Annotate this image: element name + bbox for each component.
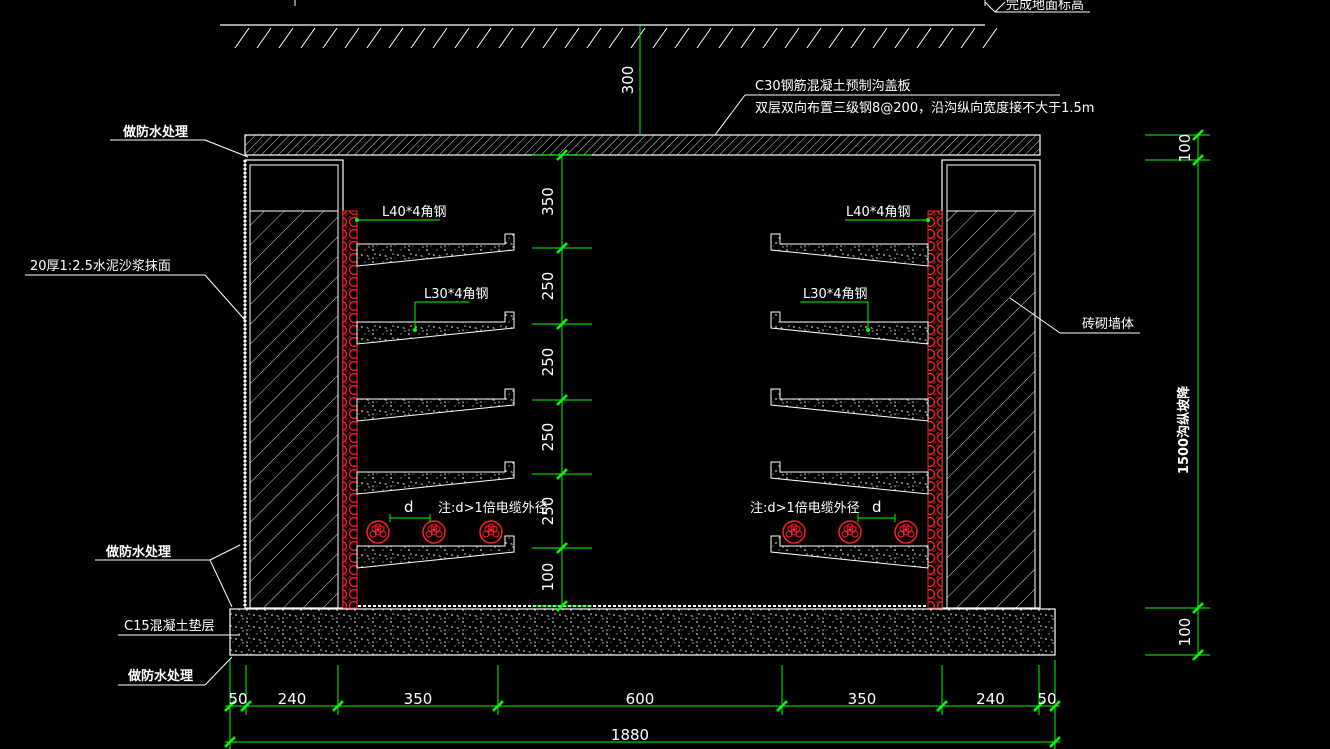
- vertical-dim-label: 100: [539, 563, 557, 592]
- cover-slab-rebar: 双层双向布置三级钢8@200，沿沟纵向宽度接不大于1.5m: [755, 100, 1094, 116]
- angle-label-left-top: L40*4角钢: [382, 205, 447, 220]
- cover-depth-value: 300: [619, 66, 637, 95]
- vertical-dim-label: 250: [539, 423, 557, 452]
- bottom-dimensions: 1880 50 240 350 600 350 240 50: [224, 660, 1061, 749]
- right-dimensions: 100 1500沟纵坡降 100: [1145, 129, 1210, 661]
- masonry-label: 砖砌墙体: [1082, 317, 1134, 332]
- ground-surface: [220, 0, 998, 49]
- vertical-dimensions: 350250250250250100: [532, 149, 592, 612]
- bracket-right: [770, 311, 929, 345]
- bottom-dim-label: 50: [228, 690, 247, 708]
- bottom-dim-label: 350: [848, 690, 877, 708]
- bracket-left: [356, 311, 515, 345]
- concrete-cushion: [229, 608, 1056, 656]
- bracket-right: [770, 461, 929, 495]
- callout-waterproof-bottom: 做防水处理: [118, 656, 233, 686]
- finished-grade-marker: 完成地面标高: [984, 0, 1090, 13]
- bracket-left: [356, 461, 515, 495]
- cable-cross-section: [479, 520, 503, 544]
- trench-section-drawing: 完成地面标高 C30钢筋混凝土预制沟盖板 双层双向布置三级钢8@200，沿沟纵向…: [25, 0, 1210, 749]
- cable-brackets: [356, 233, 929, 569]
- callout-cushion: C15混凝土垫层: [118, 618, 240, 636]
- left-rack-post: [342, 210, 358, 609]
- cable-note-right: 注:d>1倍电缆外径 d: [750, 498, 896, 522]
- cables: [366, 520, 918, 544]
- bracket-left: [356, 388, 515, 422]
- bracket-right: [770, 388, 929, 422]
- angle-label-left-mid: L30*4角钢: [424, 287, 489, 302]
- total-width: 1880: [611, 726, 649, 744]
- bottom-dim-label: 50: [1037, 690, 1056, 708]
- callout-waterproof-top: 做防水处理: [110, 124, 249, 158]
- angle-label-left-top-group: L40*4角钢: [355, 205, 447, 222]
- right-dim-bottom: 100: [1176, 618, 1194, 647]
- cable-cross-section: [838, 520, 862, 544]
- angle-label-right-top: L40*4角钢: [846, 205, 911, 220]
- vertical-dim-label: 350: [539, 187, 557, 216]
- bottom-dim-label: 600: [626, 690, 655, 708]
- left-wall: [243, 159, 344, 609]
- finished-grade-label: 完成地面标高: [1006, 0, 1084, 13]
- waterproof-top-label: 做防水处理: [122, 124, 188, 140]
- plaster-label: 20厚1:2.5水泥沙浆抹面: [30, 259, 171, 274]
- cable-cross-section: [422, 520, 446, 544]
- cover-slab-spec: C30钢筋混凝土预制沟盖板: [755, 78, 911, 94]
- vertical-dim-label: 250: [539, 348, 557, 377]
- bracket-left: [356, 535, 515, 569]
- cable-spacing-d-right: d: [872, 498, 882, 516]
- waterproof-bottom-label: 做防水处理: [127, 668, 193, 684]
- angle-label-right-mid: L30*4角钢: [803, 287, 868, 302]
- cable-spacing-note-left: 注:d>1倍电缆外径: [438, 500, 548, 516]
- cover-slab: [244, 134, 1041, 156]
- callout-waterproof-mid: 做防水处理: [95, 544, 241, 608]
- cable-cross-section: [782, 520, 806, 544]
- cable-cross-section: [366, 520, 390, 544]
- right-rack-post: [927, 210, 943, 609]
- slope-label: 1500沟纵坡降: [1176, 385, 1192, 474]
- cover-slab-callout: C30钢筋混凝土预制沟盖板 双层双向布置三级钢8@200，沿沟纵向宽度接不大于1…: [714, 78, 1094, 136]
- vertical-dim-label: 250: [539, 272, 557, 301]
- callout-plaster: 20厚1:2.5水泥沙浆抹面: [25, 259, 246, 321]
- bracket-left: [356, 233, 515, 267]
- cable-note-left: d 注:d>1倍电缆外径: [389, 498, 548, 522]
- right-dim-top: 100: [1176, 134, 1194, 163]
- cable-spacing-d-left: d: [404, 498, 414, 516]
- angle-label-right-top-group: L40*4角钢: [845, 205, 930, 222]
- bottom-dim-label: 240: [278, 690, 307, 708]
- bottom-dim-label: 350: [404, 690, 433, 708]
- waterproof-mid-label: 做防水处理: [105, 544, 171, 560]
- bracket-right: [770, 535, 929, 569]
- cushion-label: C15混凝土垫层: [124, 618, 215, 634]
- cable-spacing-note-right: 注:d>1倍电缆外径: [750, 500, 860, 516]
- bracket-right: [770, 233, 929, 267]
- cable-cross-section: [894, 520, 918, 544]
- bottom-dim-label: 240: [976, 690, 1005, 708]
- cover-depth-dimension: 300: [619, 25, 641, 135]
- right-wall: [941, 159, 1041, 609]
